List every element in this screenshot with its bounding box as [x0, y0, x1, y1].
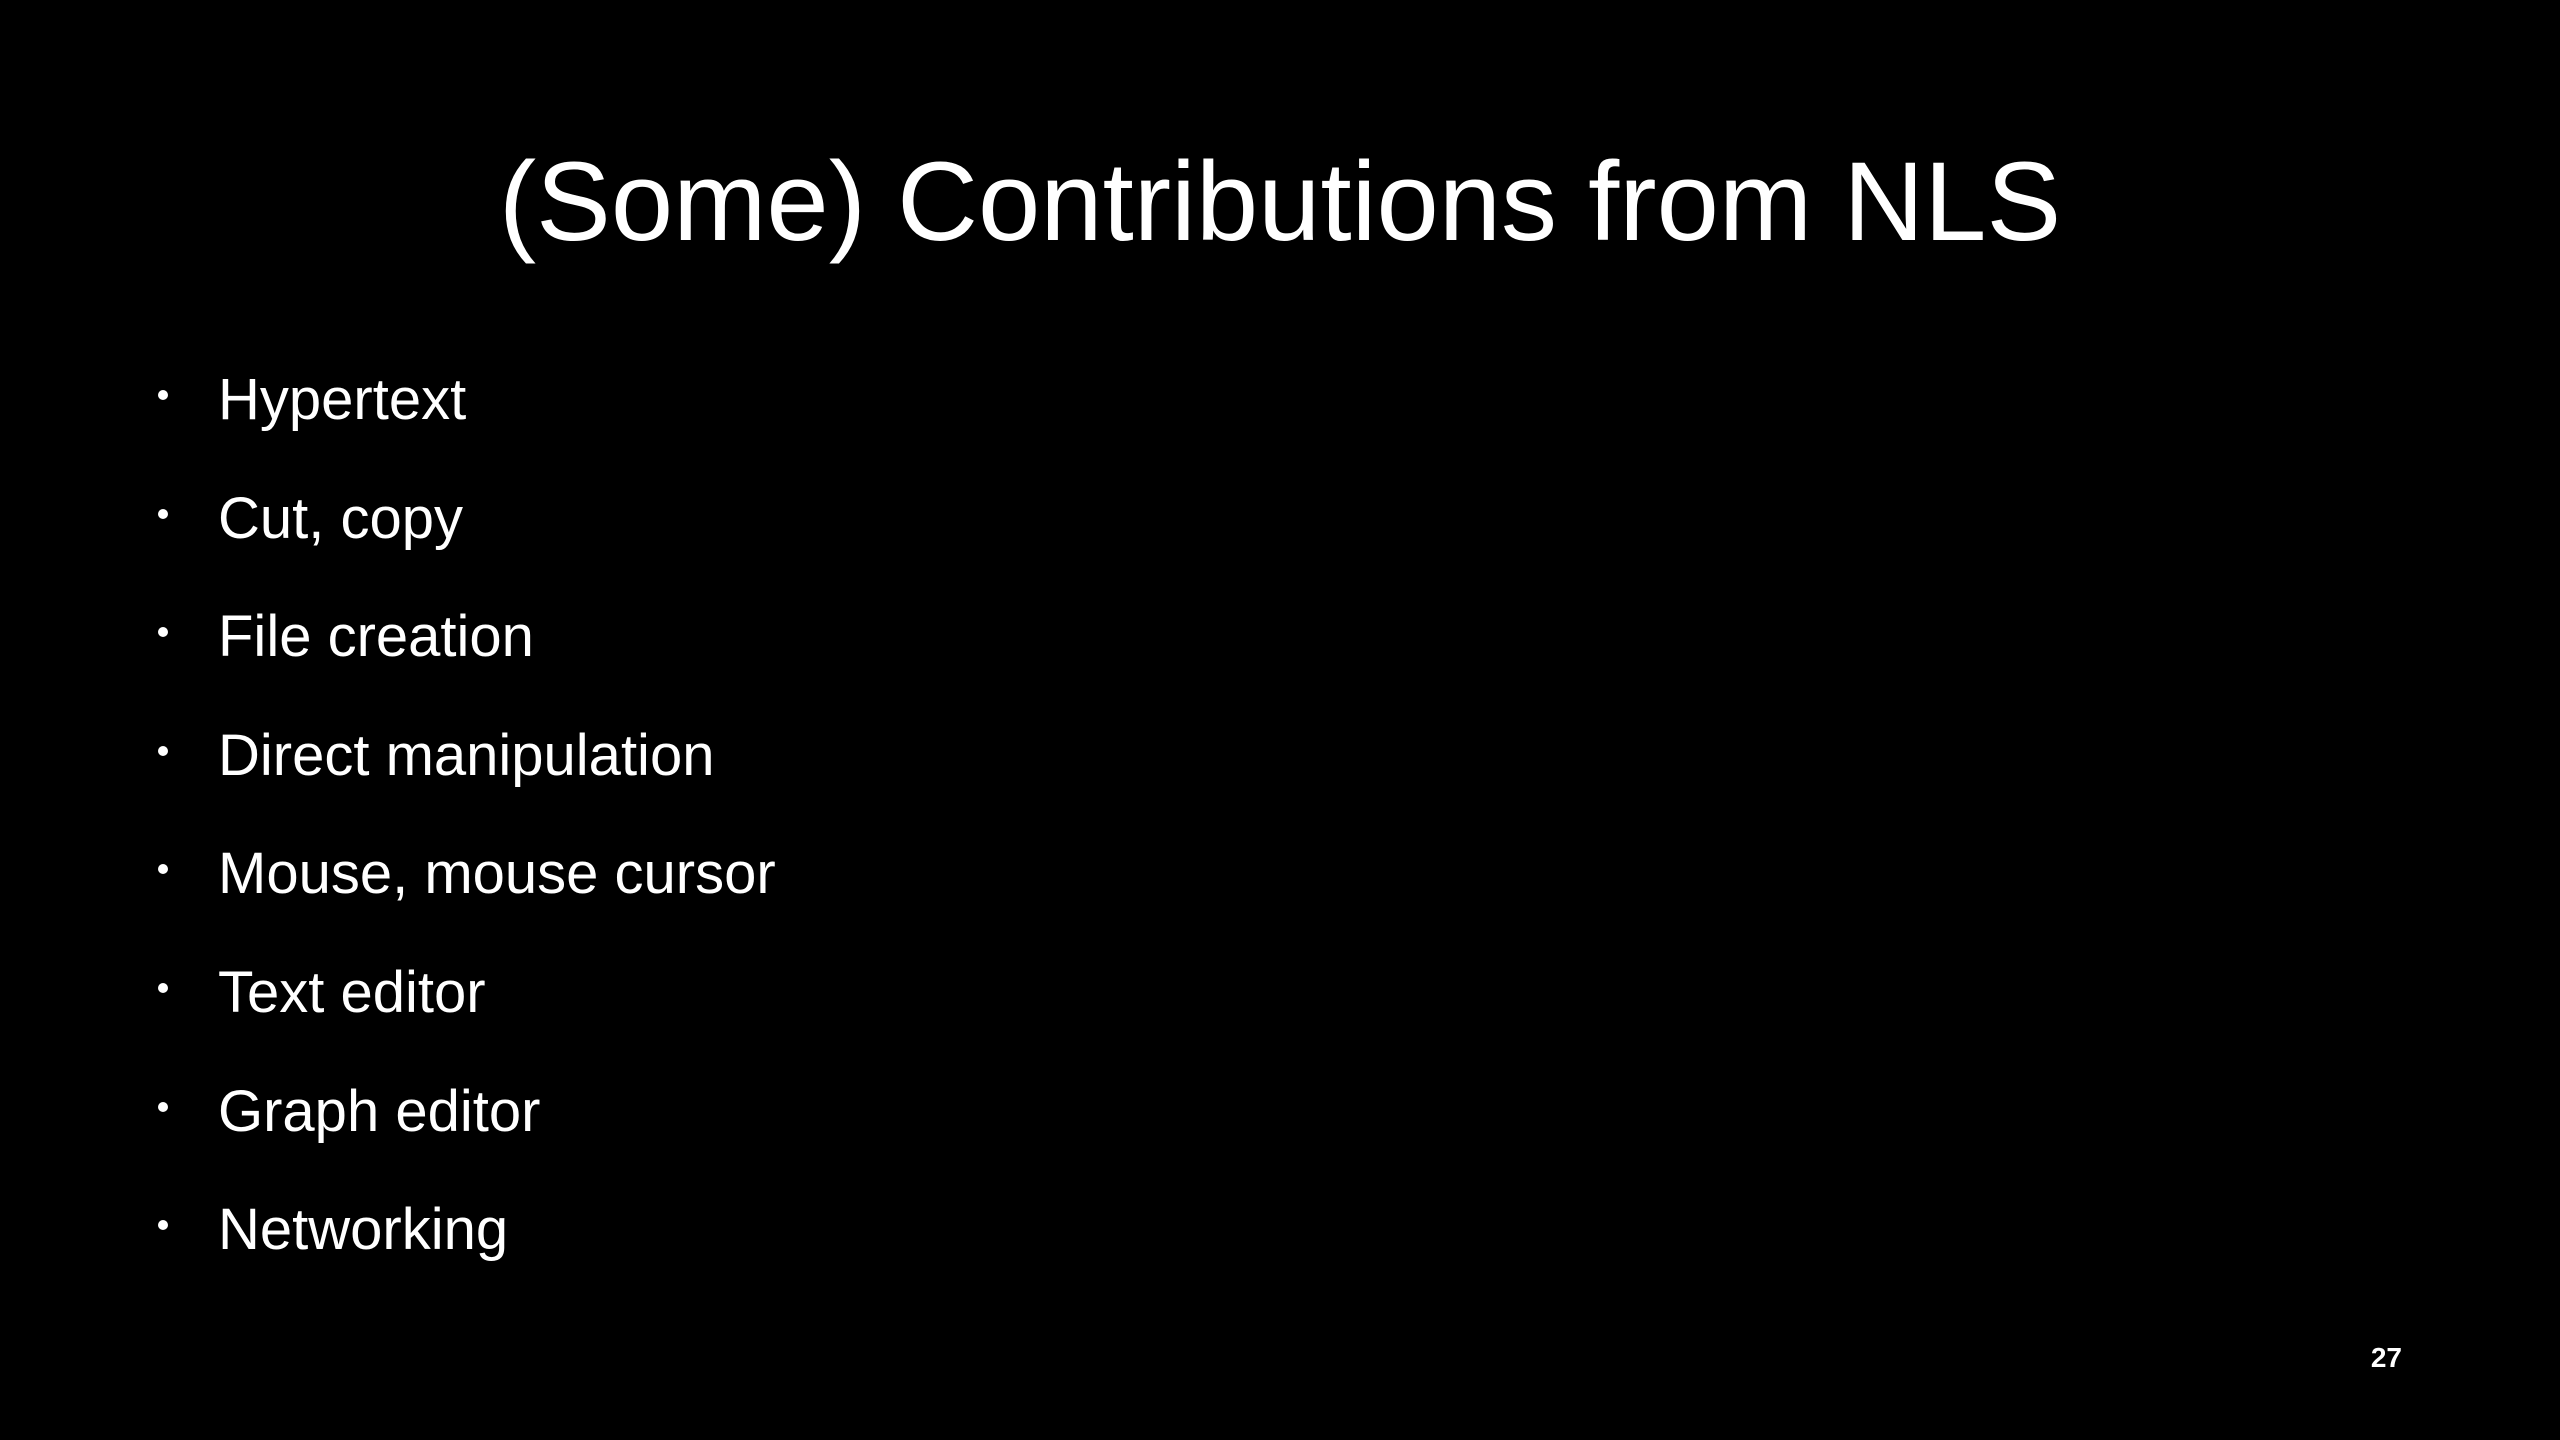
list-item: File creation: [150, 597, 776, 716]
bullet-text: Hypertext: [218, 367, 467, 432]
bullet-icon: [158, 390, 168, 400]
bullet-icon: [158, 1220, 168, 1231]
presentation-slide: (Some) Contributions from NLS Hypertext …: [0, 0, 2560, 1440]
bullet-list: Hypertext Cut, copy File creation Direct…: [150, 360, 776, 1309]
bullet-text: Networking: [218, 1197, 509, 1263]
bullet-text: Cut, copy: [218, 485, 463, 551]
bullet-icon: [158, 745, 168, 756]
list-item: Text editor: [150, 953, 776, 1072]
bullet-text: Mouse, mouse cursor: [218, 841, 776, 907]
bullet-icon: [158, 864, 168, 875]
slide-title: (Some) Contributions from NLS: [498, 139, 2062, 264]
list-item: Mouse, mouse cursor: [150, 834, 776, 953]
bullet-icon: [158, 508, 168, 519]
list-item: Hypertext: [150, 360, 776, 479]
bullet-icon: [158, 982, 168, 993]
bullet-text: File creation: [218, 604, 534, 670]
bullet-text: Text editor: [218, 959, 486, 1025]
bullet-text: Graph editor: [218, 1078, 541, 1144]
bullet-text: Direct manipulation: [218, 722, 715, 788]
bullet-icon: [158, 627, 168, 638]
list-item: Graph editor: [150, 1072, 776, 1191]
list-item: Cut, copy: [150, 479, 776, 598]
list-item: Networking: [150, 1190, 776, 1309]
page-number: 27: [2370, 1342, 2402, 1373]
list-item: Direct manipulation: [150, 716, 776, 835]
bullet-icon: [158, 1101, 168, 1112]
